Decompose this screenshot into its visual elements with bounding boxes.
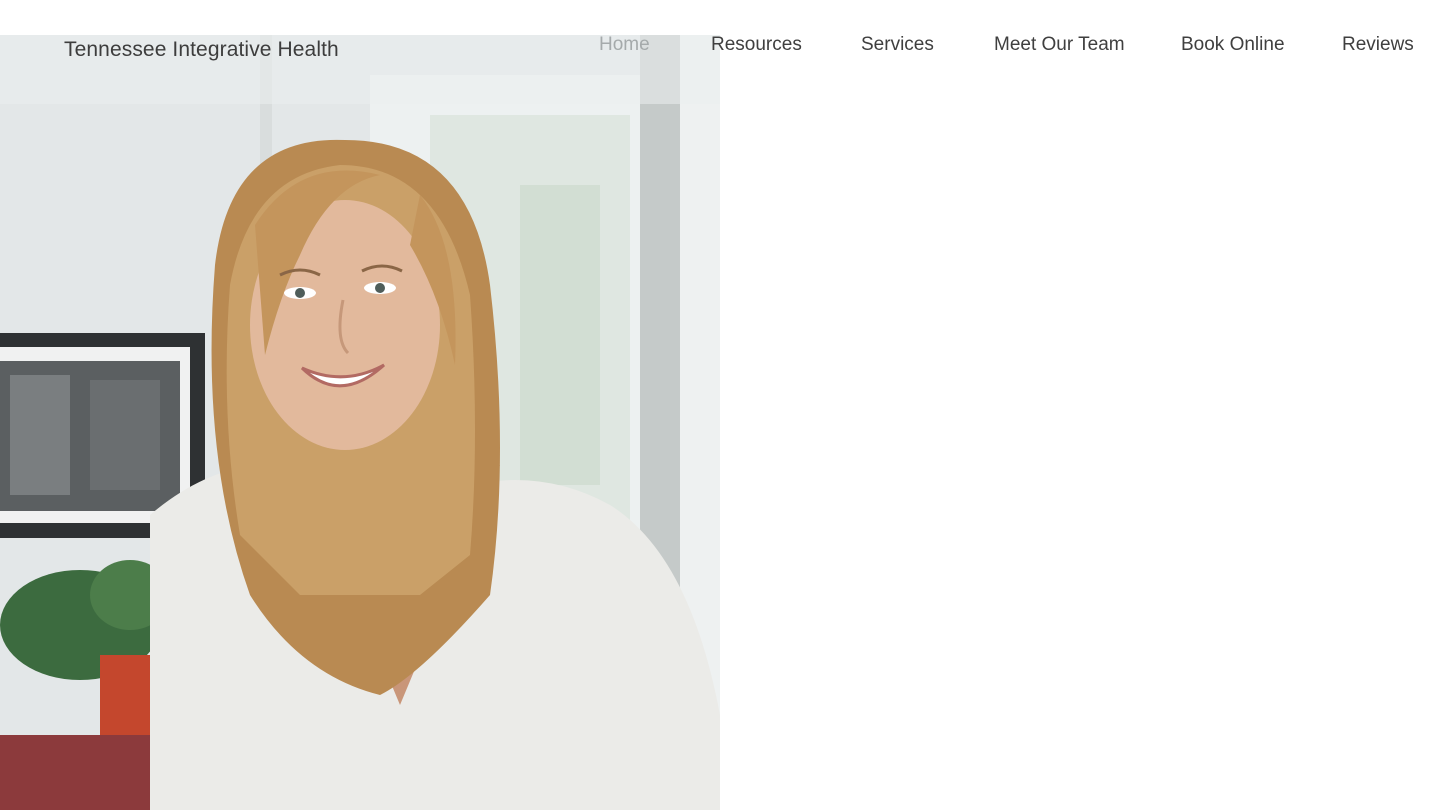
nav-home[interactable]: Home — [599, 34, 650, 56]
nav-meet-our-team[interactable]: Meet Our Team — [994, 34, 1125, 56]
nav-reviews[interactable]: Reviews — [1342, 34, 1414, 56]
nav-book-online[interactable]: Book Online — [1181, 34, 1285, 56]
nav-services[interactable]: Services — [861, 34, 934, 56]
nav-resources[interactable]: Resources — [711, 34, 802, 56]
hero-photo — [0, 35, 720, 810]
main-navigation: Home Resources Services Meet Our Team Bo… — [0, 34, 1440, 58]
